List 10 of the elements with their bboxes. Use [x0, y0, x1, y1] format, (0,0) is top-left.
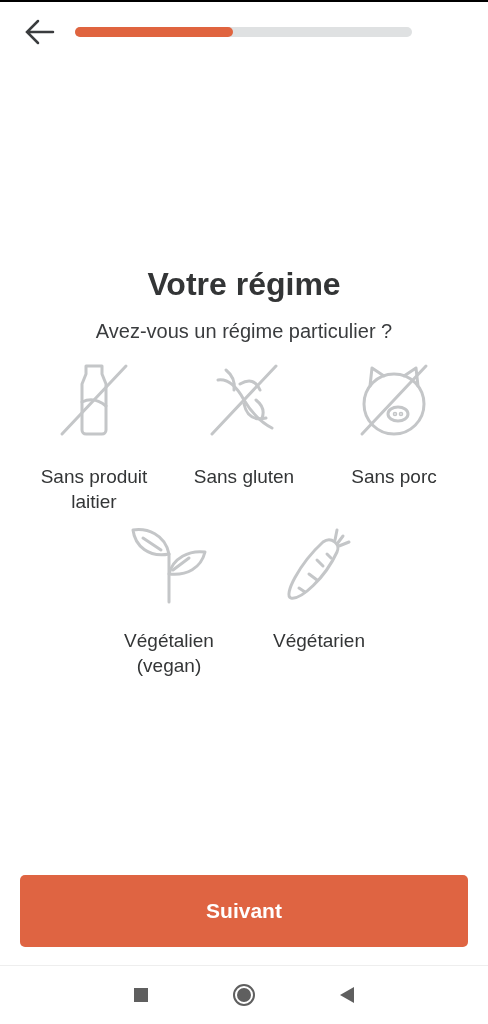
- diet-option[interactable]: Végétalien (vegan): [94, 524, 244, 678]
- home-icon[interactable]: [233, 984, 255, 1006]
- page-subtitle: Avez-vous un régime particulier ?: [94, 319, 394, 344]
- diet-option[interactable]: Sans gluten: [169, 360, 319, 514]
- page-title: Votre régime: [146, 265, 342, 304]
- back-triangle-icon[interactable]: [340, 987, 354, 1003]
- diet-option[interactable]: Végétarien: [244, 524, 394, 678]
- back-arrow-icon: [25, 19, 55, 45]
- diet-option[interactable]: Sans porc: [319, 360, 469, 514]
- diet-option[interactable]: Sans produit laitier: [19, 360, 169, 514]
